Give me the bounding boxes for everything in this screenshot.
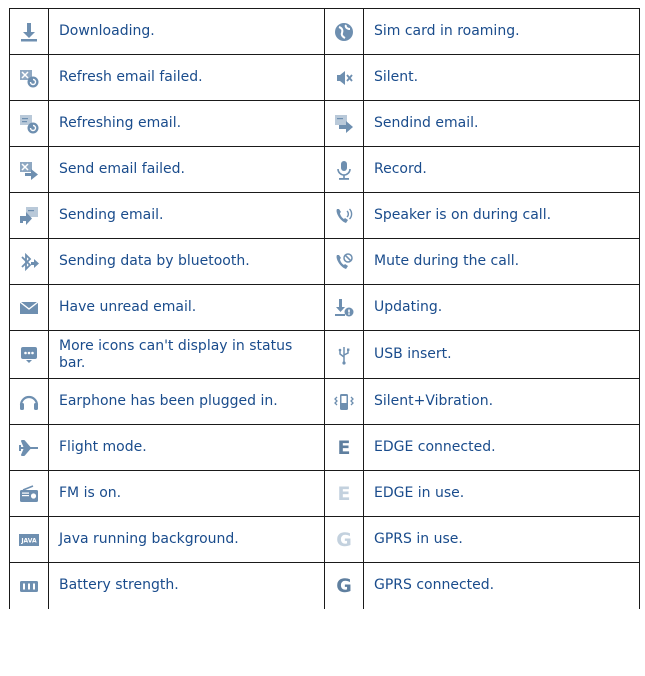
description-cell: Battery strength. (48, 562, 325, 609)
description-cell: EDGE connected. (363, 424, 640, 471)
table-row: JAVA Java running background. G GPRS in … (9, 516, 640, 563)
description-cell: Sendind email. (363, 100, 640, 147)
icon-cell (9, 54, 49, 101)
radio-icon (18, 483, 40, 505)
icon-cell (324, 378, 364, 425)
description-cell: GPRS connected. (363, 562, 640, 609)
updating-icon (333, 297, 355, 319)
mute-call-icon (333, 251, 355, 273)
table-row: Battery strength. G GPRS connected. (9, 562, 640, 609)
table-row: Refresh email failed. Silent. (9, 54, 640, 101)
more-icons-icon (18, 344, 40, 366)
description-cell: FM is on. (48, 470, 325, 517)
battery-icon (18, 575, 40, 597)
description-cell: Record. (363, 146, 640, 193)
icon-cell (9, 424, 49, 471)
description-cell: Earphone has been plugged in. (48, 378, 325, 425)
description-cell: Refresh email failed. (48, 54, 325, 101)
usb-icon (333, 344, 355, 366)
description-cell: Flight mode. (48, 424, 325, 471)
icon-cell (324, 100, 364, 147)
table-row: Send email failed. Record. (9, 146, 640, 193)
icon-cell: E (324, 424, 364, 471)
sending-email-arrow-icon (333, 113, 355, 135)
icon-cell (9, 100, 49, 147)
speaker-call-icon (333, 205, 355, 227)
globe-roaming-icon (333, 21, 355, 43)
airplane-icon (18, 437, 40, 459)
table-row: Refreshing email. Sendind email. (9, 100, 640, 147)
description-cell: EDGE in use. (363, 470, 640, 517)
description-cell: GPRS in use. (363, 516, 640, 563)
edge-letter: E (337, 436, 351, 459)
description-cell: Silent. (363, 54, 640, 101)
refreshing-email-icon (18, 113, 40, 135)
table-row: Flight mode. E EDGE connected. (9, 424, 640, 471)
icon-cell (9, 562, 49, 609)
sending-email-icon (18, 205, 40, 227)
icon-cell: JAVA (9, 516, 49, 563)
vibrate-icon (333, 391, 355, 413)
description-cell: Sending email. (48, 192, 325, 239)
icon-cell (9, 284, 49, 331)
table-row: Earphone has been plugged in. Silent+Vib… (9, 378, 640, 425)
silent-icon (333, 67, 355, 89)
edge-in-use-icon: E (333, 483, 355, 505)
icon-cell (9, 192, 49, 239)
send-email-failed-icon (18, 159, 40, 181)
table-row: More icons can't display in status bar. … (9, 330, 640, 379)
gprs-in-use-icon: G (333, 529, 355, 551)
icon-cell (324, 238, 364, 285)
gprs-letter: G (336, 574, 352, 597)
description-cell: Have unread email. (48, 284, 325, 331)
description-cell: Speaker is on during call. (363, 192, 640, 239)
bluetooth-data-icon (18, 251, 40, 273)
icon-cell (9, 146, 49, 193)
edge-connected-icon: E (333, 437, 355, 459)
icon-cell: E (324, 470, 364, 517)
status-icons-table: Downloading. Sim card in roaming. Refres… (9, 8, 640, 609)
icon-cell (324, 192, 364, 239)
icon-cell (9, 8, 49, 55)
java-label: JAVA (20, 537, 37, 544)
description-cell: Mute during the call. (363, 238, 640, 285)
table-row: Sending data by bluetooth. Mute during t… (9, 238, 640, 285)
gprs-letter: G (336, 528, 352, 551)
table-row: Sending email. Speaker is on during call… (9, 192, 640, 239)
download-icon (18, 21, 40, 43)
table-row: Have unread email. Updating. (9, 284, 640, 331)
java-icon: JAVA (18, 529, 40, 551)
description-cell: Updating. (363, 284, 640, 331)
refresh-email-failed-icon (18, 67, 40, 89)
icon-cell (9, 378, 49, 425)
icon-cell (324, 146, 364, 193)
envelope-icon (18, 297, 40, 319)
description-cell: Java running background. (48, 516, 325, 563)
description-cell: Sending data by bluetooth. (48, 238, 325, 285)
gprs-connected-icon: G (333, 575, 355, 597)
icon-cell (9, 470, 49, 517)
icon-cell (324, 8, 364, 55)
microphone-icon (333, 159, 355, 181)
icon-cell (324, 54, 364, 101)
description-cell: Refreshing email. (48, 100, 325, 147)
description-cell: Sim card in roaming. (363, 8, 640, 55)
description-cell: Send email failed. (48, 146, 325, 193)
icon-cell (9, 238, 49, 285)
table-row: FM is on. E EDGE in use. (9, 470, 640, 517)
description-cell: More icons can't display in status bar. (48, 330, 325, 379)
description-cell: Silent+Vibration. (363, 378, 640, 425)
icon-cell (324, 330, 364, 379)
headphones-icon (18, 391, 40, 413)
icon-cell: G (324, 516, 364, 563)
icon-cell (9, 330, 49, 379)
description-cell: Downloading. (48, 8, 325, 55)
table-row: Downloading. Sim card in roaming. (9, 8, 640, 55)
icon-cell: G (324, 562, 364, 609)
edge-letter: E (337, 482, 351, 505)
description-cell: USB insert. (363, 330, 640, 379)
icon-cell (324, 284, 364, 331)
